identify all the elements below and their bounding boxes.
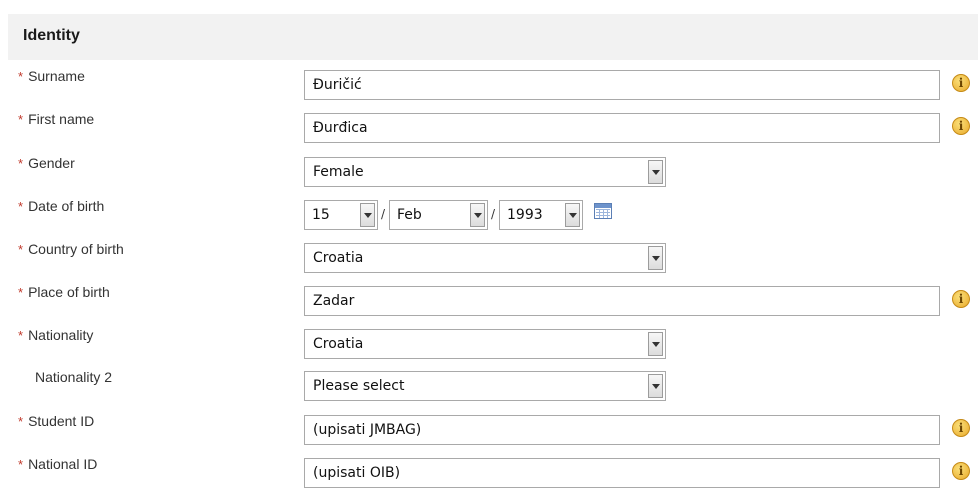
gender-value: Female [313,164,364,180]
surname-row: * Surname Đuričić i [0,68,978,110]
chevron-down-icon[interactable] [360,203,375,227]
required-marker: * [18,414,24,429]
national-id-label: * National ID [18,456,98,472]
place-of-birth-input[interactable]: Zadar [304,286,940,316]
chevron-down-icon[interactable] [565,203,580,227]
first-name-label: * First name [18,111,95,127]
first-name-input[interactable]: Đurđica [304,113,940,143]
first-name-row: * First name Đurđica i [0,111,978,153]
nationality-2-select[interactable]: Please select [304,371,666,401]
gender-select[interactable]: Female [304,157,666,187]
place-of-birth-label: * Place of birth [18,284,110,300]
chevron-down-icon[interactable] [648,332,663,356]
country-of-birth-select[interactable]: Croatia [304,243,666,273]
date-of-birth-row: * Date of birth 15 / Feb / 1993 [0,198,978,240]
nationality-value: Croatia [313,336,364,352]
chevron-down-icon[interactable] [648,246,663,270]
info-icon[interactable]: i [952,419,970,437]
gender-row: * Gender Female [0,155,978,197]
nationality-row: * Nationality Croatia [0,327,978,369]
national-id-input[interactable]: (upisati OIB) [304,458,940,488]
birth-year-select[interactable]: 1993 [499,200,583,230]
info-icon[interactable]: i [952,290,970,308]
surname-input[interactable]: Đuričić [304,70,940,100]
student-id-row: * Student ID (upisati JMBAG) i [0,413,978,455]
birth-day-value: 15 [312,207,330,223]
nationality-2-row: Nationality 2 Please select [0,369,978,411]
required-marker: * [18,242,24,257]
calendar-icon[interactable] [594,203,612,219]
date-of-birth-label: * Date of birth [18,198,105,214]
info-icon[interactable]: i [952,74,970,92]
info-icon[interactable]: i [952,117,970,135]
nationality-label: * Nationality [18,327,94,343]
section-title: Identity [23,27,80,44]
surname-label: * Surname [18,68,85,84]
required-marker: * [18,69,24,84]
birth-day-select[interactable]: 15 [304,200,378,230]
national-id-row: * National ID (upisati OIB) i [0,456,978,498]
country-of-birth-value: Croatia [313,250,364,266]
place-of-birth-row: * Place of birth Zadar i [0,284,978,326]
chevron-down-icon[interactable] [470,203,485,227]
required-marker: * [18,112,24,127]
required-marker: * [18,199,24,214]
required-marker: * [18,457,24,472]
birth-year-value: 1993 [507,207,543,223]
date-separator: / [491,207,496,221]
gender-label: * Gender [18,155,75,171]
birth-month-select[interactable]: Feb [389,200,488,230]
country-of-birth-label: * Country of birth [18,241,124,257]
student-id-input[interactable]: (upisati JMBAG) [304,415,940,445]
info-icon[interactable]: i [952,462,970,480]
student-id-label: * Student ID [18,413,95,429]
birth-month-value: Feb [397,207,422,223]
required-marker: * [18,156,24,171]
chevron-down-icon[interactable] [648,160,663,184]
required-marker: * [18,328,24,343]
date-separator: / [381,207,386,221]
nationality-select[interactable]: Croatia [304,329,666,359]
country-of-birth-row: * Country of birth Croatia [0,241,978,283]
section-header-identity: Identity [8,14,978,60]
nationality-2-label: Nationality 2 [35,369,113,385]
required-marker: * [18,285,24,300]
nationality-2-value: Please select [313,378,405,394]
chevron-down-icon[interactable] [648,374,663,398]
